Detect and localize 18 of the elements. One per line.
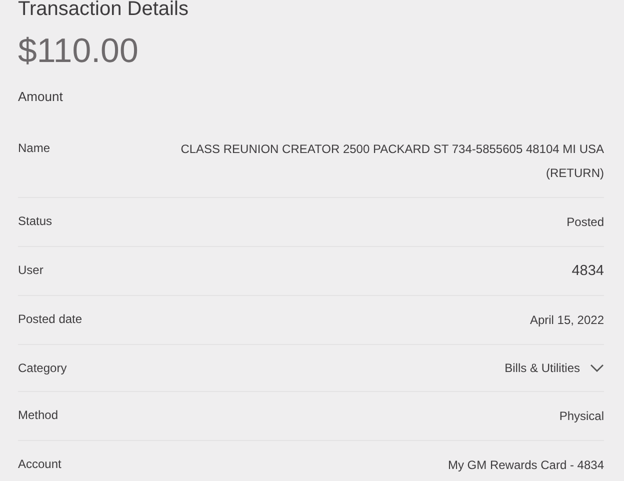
field-value: CLASS REUNION CREATOR 2500 PACKARD ST 734-5855605 48104 MI USA (RETURN) [180,141,604,182]
amount-value: $110.00 [18,31,140,71]
field-label: User [18,262,44,279]
field-value: Physical [559,408,604,425]
page-title: Transaction Details [18,0,190,21]
category-dropdown[interactable]: Bills & Utilities [504,357,604,379]
chevron-down-icon [590,364,604,372]
field-value: April 15, 2022 [530,312,604,329]
field-value: My GM Rewards Card - 4834 [448,457,604,474]
field-label: Status [18,213,52,230]
field-label: Category [18,360,67,377]
field-value: Posted [566,214,604,231]
field-label: Account [18,456,62,473]
field-value: 4834 [572,262,604,281]
amount-label: Amount [18,89,64,105]
field-label: Name [18,140,50,157]
field-label: Method [18,407,58,424]
field-label: Posted date [18,311,82,328]
